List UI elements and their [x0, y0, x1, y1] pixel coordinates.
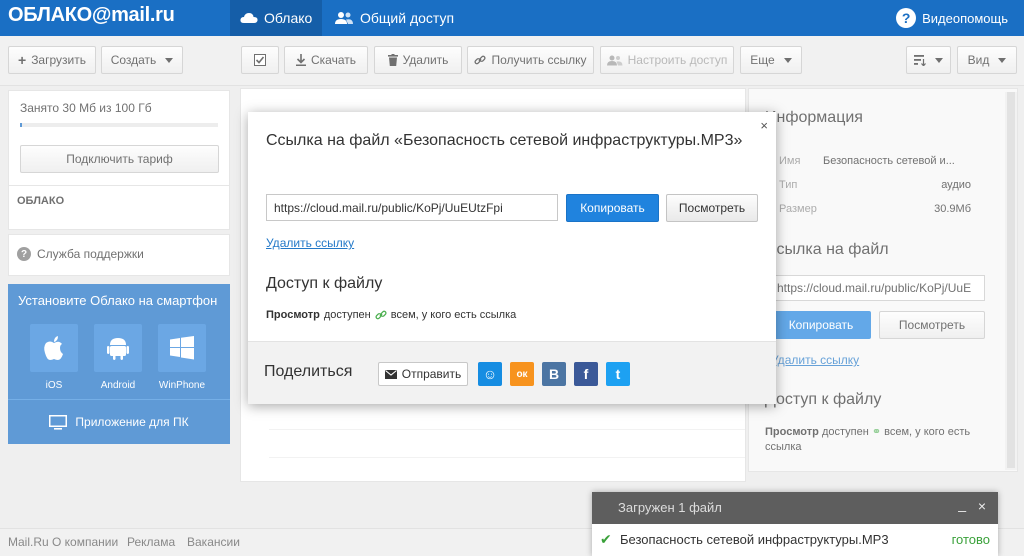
share-bar: Поделиться Отправить ☺ ок В f t [248, 341, 776, 404]
dialog-title: Ссылка на файл «Безопасность сетевой инф… [266, 132, 743, 149]
share-facebook-icon[interactable]: f [574, 362, 598, 386]
view-link-button[interactable]: Посмотреть [666, 194, 758, 222]
tab-cloud[interactable]: Облако [230, 0, 323, 36]
tab-shared-label: Общий доступ [360, 10, 455, 26]
send-email-button[interactable]: Отправить [378, 362, 468, 386]
users-icon [335, 12, 353, 24]
tab-cloud-label: Облако [264, 10, 313, 26]
send-label: Отправить [401, 367, 462, 381]
share-vkontakte-icon[interactable]: В [542, 362, 566, 386]
upload-status: готово [951, 532, 990, 547]
access-rest: всем, у кого есть ссылка [390, 309, 517, 321]
upload-status-toast: Загружен 1 файл _ × ✔ Безопасность сетев… [592, 492, 998, 556]
copy-link-button[interactable]: Копировать [566, 194, 659, 222]
close-icon[interactable]: × [760, 118, 768, 133]
toast-header: Загружен 1 файл _ × [592, 492, 998, 524]
access-bold: Просмотр [266, 309, 320, 321]
share-twitter-icon[interactable]: t [606, 362, 630, 386]
link-icon [375, 310, 387, 320]
public-link-input[interactable] [266, 194, 558, 221]
access-title: Доступ к файлу [266, 275, 383, 292]
cloud-icon [240, 13, 258, 23]
help-icon: ? [896, 8, 917, 28]
delete-link[interactable]: Удалить ссылку [266, 236, 354, 250]
share-label: Поделиться [264, 363, 353, 380]
share-odnoklassniki-icon[interactable]: ок [510, 362, 534, 386]
checkmark-icon: ✔ [600, 531, 612, 547]
top-header: ОБЛАКО@mail.ru Облако Общий доступ ? Вид… [0, 0, 1024, 36]
envelope-icon [384, 369, 397, 379]
minimize-icon[interactable]: _ [958, 496, 966, 512]
access-available: доступен [323, 309, 371, 321]
share-moimir-icon[interactable]: ☺ [478, 362, 502, 386]
video-help-link[interactable]: ? Видеопомощь [896, 0, 1008, 36]
tab-shared-access[interactable]: Общий доступ [324, 0, 464, 36]
close-icon[interactable]: × [978, 498, 986, 514]
uploaded-file-row: ✔ Безопасность сетевой инфраструктуры.MP… [592, 524, 998, 556]
cloud-mail-logo[interactable]: ОБЛАКО@mail.ru [8, 4, 175, 27]
uploaded-file-name: Безопасность сетевой инфраструктуры.MP3 [620, 532, 889, 547]
access-description: Просмотр доступен всем, у кого есть ссыл… [266, 309, 516, 321]
share-link-dialog: × Ссылка на файл «Безопасность сетевой и… [248, 112, 776, 404]
video-help-label: Видеопомощь [922, 10, 1008, 26]
toast-title: Загружен 1 файл [618, 500, 722, 515]
